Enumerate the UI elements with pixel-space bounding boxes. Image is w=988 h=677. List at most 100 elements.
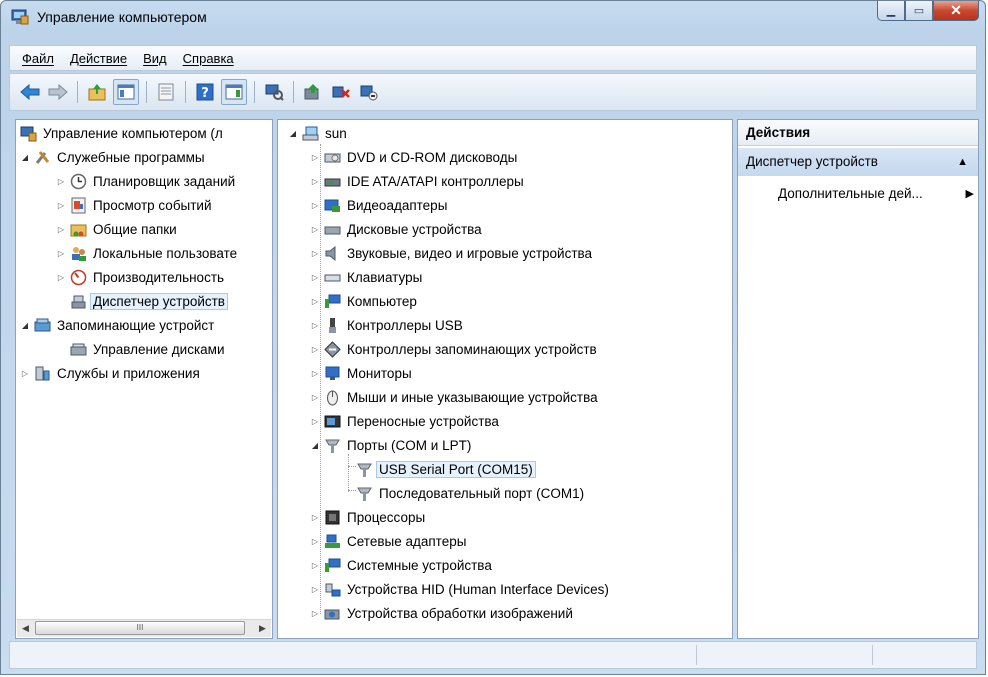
device-category-portable-devices[interactable]: ▷ Переносные устройства xyxy=(310,410,499,432)
device-category-disk-drives[interactable]: ▷ Дисковые устройства xyxy=(310,218,482,240)
device-category-dvd-drives[interactable]: ▷ DVD и CD-ROM дисководы xyxy=(310,146,517,168)
device-tree-pane[interactable]: ◢ sun ▷ DVD и CD-ROM дисководы ▷ IDE ATA/AT… xyxy=(277,119,733,639)
device-category-display-adapters[interactable]: ▷ Видеоадаптеры xyxy=(310,194,447,216)
tree-item-label: Запоминающие устройст xyxy=(57,317,215,333)
device-root[interactable]: ◢ sun xyxy=(288,122,347,144)
display-adapter-icon xyxy=(324,199,340,212)
tree-item-device-manager[interactable]: Диспетчер устройств xyxy=(70,290,228,312)
collapsed-triangle-icon[interactable]: ▷ xyxy=(310,536,320,546)
collapsed-triangle-icon[interactable]: ▷ xyxy=(56,176,66,186)
collapsed-triangle-icon[interactable]: ▷ xyxy=(310,416,320,426)
toolbar-separator xyxy=(77,81,78,103)
collapsed-triangle-icon[interactable]: ▷ xyxy=(310,176,320,186)
scan-hardware-button[interactable] xyxy=(262,80,286,104)
maximize-button[interactable]: ▭ xyxy=(905,1,933,21)
back-button[interactable] xyxy=(18,80,42,104)
scroll-left-icon[interactable]: ◀ xyxy=(17,620,34,637)
device-category-serial-port-com1[interactable]: Последовательный порт (COM1) xyxy=(356,482,584,504)
console-tree-pane[interactable]: Управление компьютером (л ◢ Служебные пр… xyxy=(15,119,273,639)
device-category-system-devices[interactable]: ▷ Системные устройства xyxy=(310,554,492,576)
horizontal-scrollbar[interactable]: ◀ III ▶ xyxy=(17,619,271,637)
collapsed-triangle-icon[interactable]: ▷ xyxy=(310,200,320,210)
port-icon xyxy=(357,487,372,501)
device-category-keyboards[interactable]: ▷ Клавиатуры xyxy=(310,266,422,288)
more-actions-item[interactable]: Дополнительные дей... ▶ xyxy=(778,182,974,206)
collapsed-triangle-icon[interactable]: ▷ xyxy=(310,248,320,258)
tree-item-system-tools[interactable]: ◢ Служебные программы xyxy=(20,146,205,168)
device-category-computer[interactable]: ▷ Компьютер xyxy=(310,290,417,312)
minimize-icon: ▁ xyxy=(886,5,896,17)
imaging-device-icon xyxy=(324,609,340,619)
tree-item-event-viewer[interactable]: ▷ Просмотр событий xyxy=(56,194,212,216)
expanded-triangle-icon[interactable]: ◢ xyxy=(288,128,298,138)
minimize-button[interactable]: ▁ xyxy=(877,1,905,21)
tree-item-task-scheduler[interactable]: ▷ Планировщик заданий xyxy=(56,170,235,192)
menu-view[interactable]: Вид xyxy=(135,51,175,66)
collapsed-triangle-icon[interactable]: ▷ xyxy=(310,344,320,354)
menu-help[interactable]: Справка xyxy=(175,51,242,66)
tree-line xyxy=(348,454,349,492)
title-bar[interactable]: Управление компьютером ▁ ▭ ✕ xyxy=(1,1,985,33)
device-category-hid-devices[interactable]: ▷ Устройства HID (Human Interface Devices… xyxy=(310,578,609,600)
action-pane-button[interactable] xyxy=(221,79,247,105)
collapsed-triangle-icon[interactable]: ▷ xyxy=(310,368,320,378)
device-category-sound-devices[interactable]: ▷ Звуковые, видео и игровые устройства xyxy=(310,242,592,264)
collapsed-triangle-icon[interactable]: ▷ xyxy=(310,608,320,618)
collapsed-triangle-icon[interactable]: ▷ xyxy=(310,584,320,594)
up-level-button[interactable] xyxy=(85,80,109,104)
collapsed-triangle-icon[interactable]: ▷ xyxy=(310,272,320,282)
menu-file[interactable]: Файл xyxy=(14,51,62,66)
collapsed-triangle-icon[interactable]: ▷ xyxy=(310,512,320,522)
tree-root[interactable]: Управление компьютером (л xyxy=(20,122,223,144)
close-button[interactable]: ✕ xyxy=(933,1,979,21)
disable-device-button[interactable] xyxy=(357,80,381,104)
show-hide-tree-button[interactable] xyxy=(113,79,139,105)
properties-button[interactable] xyxy=(154,80,178,104)
collapsed-triangle-icon[interactable]: ▷ xyxy=(56,224,66,234)
expanded-triangle-icon[interactable]: ◢ xyxy=(20,152,30,162)
collapsed-triangle-icon[interactable]: ▷ xyxy=(310,320,320,330)
help-button[interactable]: ? xyxy=(193,80,217,104)
collapsed-triangle-icon[interactable]: ▷ xyxy=(56,272,66,282)
collapsed-triangle-icon[interactable]: ▷ xyxy=(310,152,320,162)
update-driver-button[interactable] xyxy=(301,80,325,104)
collapsed-triangle-icon[interactable]: ▷ xyxy=(310,224,320,234)
up-folder-icon xyxy=(88,84,106,101)
expanded-triangle-icon[interactable]: ◢ xyxy=(310,440,320,450)
device-category-usb-controllers[interactable]: ▷ Контроллеры USB xyxy=(310,314,463,336)
collapsed-triangle-icon[interactable]: ▷ xyxy=(310,392,320,402)
expanded-triangle-icon[interactable]: ◢ xyxy=(20,320,30,330)
event-viewer-icon xyxy=(71,197,86,213)
hid-icon xyxy=(325,583,341,596)
uninstall-device-button[interactable] xyxy=(329,80,353,104)
ide-controller-icon xyxy=(324,178,341,186)
collapsed-triangle-icon[interactable]: ▷ xyxy=(20,368,30,378)
tree-item-services-apps[interactable]: ▷ Службы и приложения xyxy=(20,362,200,384)
device-category-mice[interactable]: ▷ Мыши и иные указывающие устройства xyxy=(310,386,598,408)
actions-section-device-manager[interactable]: Диспетчер устройств ▲ xyxy=(738,148,978,176)
device-category-ports[interactable]: ◢ Порты (COM и LPT) xyxy=(310,434,471,456)
device-category-monitors[interactable]: ▷ Мониторы xyxy=(310,362,412,384)
collapse-up-icon[interactable]: ▲ xyxy=(957,148,968,176)
device-category-imaging-devices[interactable]: ▷ Устройства обработки изображений xyxy=(310,602,573,624)
collapsed-triangle-icon[interactable]: ▷ xyxy=(310,296,320,306)
tree-item-local-users[interactable]: ▷ Локальные пользовате xyxy=(56,242,237,264)
menu-action[interactable]: Действие xyxy=(62,51,135,66)
device-category-usb-serial-port[interactable]: USB Serial Port (COM15) xyxy=(356,458,536,480)
device-category-ide-controllers[interactable]: ▷ IDE ATA/ATAPI контроллеры xyxy=(310,170,524,192)
collapsed-triangle-icon[interactable]: ▷ xyxy=(56,248,66,258)
device-category-label: Видеоадаптеры xyxy=(347,197,448,213)
tree-item-shared-folders[interactable]: ▷ Общие папки xyxy=(56,218,177,240)
tree-item-performance[interactable]: ▷ Производительность xyxy=(56,266,224,288)
tree-item-storage[interactable]: ◢ Запоминающие устройст xyxy=(20,314,214,336)
device-category-storage-controllers[interactable]: ▷ Контроллеры запоминающих устройств xyxy=(310,338,597,360)
scroll-right-icon[interactable]: ▶ xyxy=(254,620,271,637)
collapsed-triangle-icon[interactable]: ▷ xyxy=(56,200,66,210)
tree-item-disk-management[interactable]: Управление дисками xyxy=(70,338,225,360)
device-category-label: Последовательный порт (COM1) xyxy=(379,485,585,501)
device-category-processors[interactable]: ▷ Процессоры xyxy=(310,506,425,528)
forward-button[interactable] xyxy=(46,80,70,104)
scroll-thumb[interactable]: III xyxy=(35,621,245,635)
collapsed-triangle-icon[interactable]: ▷ xyxy=(310,560,320,570)
device-category-network-adapters[interactable]: ▷ Сетевые адаптеры xyxy=(310,530,467,552)
